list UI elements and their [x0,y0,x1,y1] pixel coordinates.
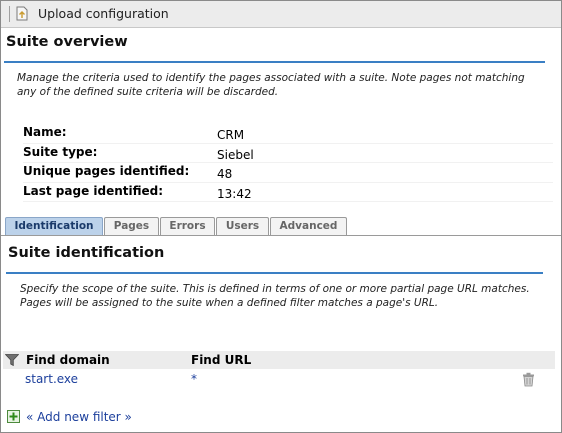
info-row-name: Name: CRM [23,124,553,144]
heading-rule [4,61,545,63]
filter-domain-link[interactable]: start.exe [25,372,78,386]
find-domain-header: Find domain [26,353,110,367]
unique-pages-value: 48 [217,167,233,181]
tab-underline [1,235,561,236]
suite-type-value: Siebel [217,147,254,162]
suite-info-table: Name: CRM Suite type: Siebel Unique page… [23,124,553,202]
unique-pages-label: Unique pages identified: [23,164,190,178]
info-row-last-page: Last page identified: 13:42 [23,183,553,202]
tab-identification[interactable]: Identification [5,217,103,235]
add-filter-icon[interactable] [7,410,20,423]
overview-description: Manage the criteria used to identify the… [17,72,525,98]
tab-users[interactable]: Users [216,217,269,235]
last-page-value: 13:42 [217,186,252,201]
name-value: CRM [217,128,245,142]
filter-icon [5,354,19,366]
identification-description: Specify the scope of the suite. This is … [20,283,530,309]
filter-table-header: Find domain Find URL [3,351,555,369]
toolbar-separator [9,6,10,22]
filter-row: start.exe * [3,370,555,390]
suite-type-label: Suite type: [23,144,98,159]
tab-advanced[interactable]: Advanced [270,217,347,235]
suite-overview-heading: Suite overview [6,34,128,50]
name-label: Name: [23,125,67,139]
last-page-label: Last page identified: [23,183,164,198]
toolbar: Upload configuration [1,1,561,28]
trash-icon[interactable] [522,372,535,387]
upload-configuration-button[interactable]: Upload configuration [38,6,169,21]
tab-errors[interactable]: Errors [160,217,215,235]
identification-rule [6,272,543,274]
suite-identification-heading: Suite identification [8,245,165,261]
tab-pages[interactable]: Pages [104,217,159,235]
info-row-unique-pages: Unique pages identified: 48 [23,163,553,183]
suite-overview-panel: Upload configuration Suite overview Mana… [0,0,562,433]
filter-url-link[interactable]: * [191,372,197,386]
find-url-header: Find URL [191,353,252,367]
add-new-filter-link[interactable]: « Add new filter » [26,410,132,424]
info-row-suite-type: Suite type: Siebel [23,144,553,163]
upload-icon[interactable] [16,6,28,21]
